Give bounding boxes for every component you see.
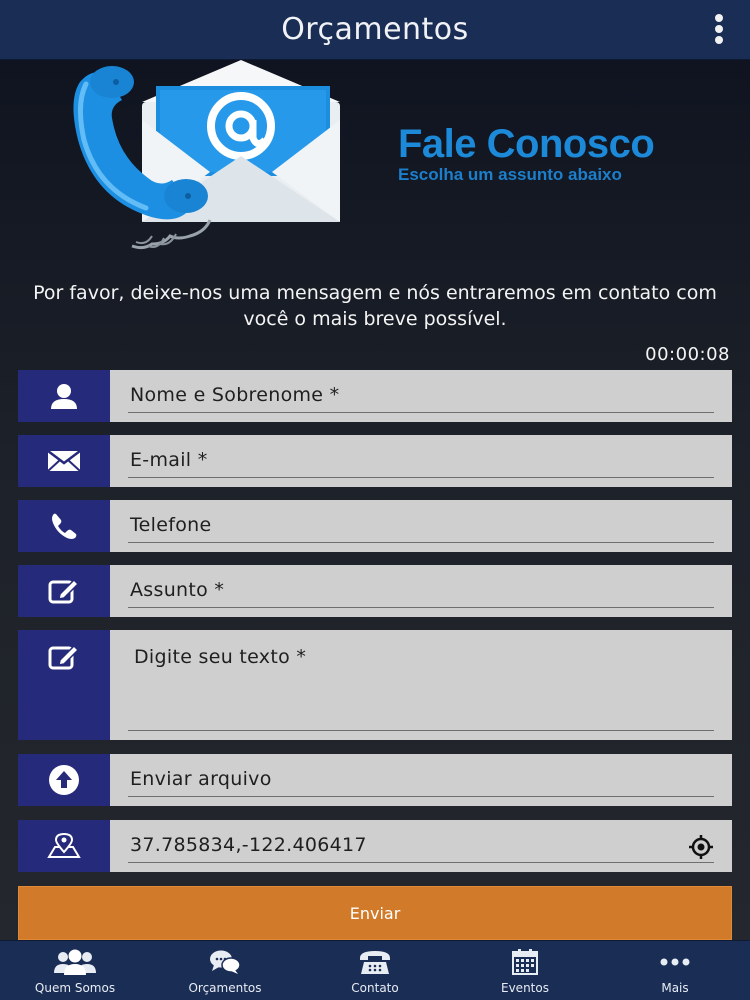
input-underline — [128, 477, 714, 478]
calendar-icon — [511, 947, 539, 977]
crosshair-icon[interactable] — [688, 834, 714, 860]
message-textarea[interactable]: Digite seu texto * — [134, 646, 306, 668]
attachment-field[interactable]: Enviar arquivo — [18, 754, 732, 806]
timer: 00:00:08 — [645, 344, 730, 365]
input-underline — [128, 796, 714, 797]
input-underline — [128, 607, 714, 608]
input-underline — [128, 730, 714, 731]
subject-field[interactable]: Assunto * — [18, 565, 732, 617]
email-field[interactable]: E-mail * — [18, 435, 732, 487]
bottom-tab-bar: Quem Somos Orçamentos Contato Eventos Ma… — [0, 940, 750, 1000]
location-field[interactable]: 37.785834,-122.406417 — [18, 820, 732, 872]
tab-orcamentos[interactable]: Orçamentos — [150, 941, 300, 1000]
edit-icon — [18, 630, 120, 740]
email-input[interactable]: E-mail * — [130, 449, 208, 471]
subject-input[interactable]: Assunto * — [130, 579, 224, 601]
tab-label: Orçamentos — [188, 981, 262, 995]
phone-input[interactable]: Telefone — [130, 514, 211, 536]
tab-eventos[interactable]: Eventos — [450, 941, 600, 1000]
edit-icon — [18, 565, 120, 617]
tab-quem-somos[interactable]: Quem Somos — [0, 941, 150, 1000]
map-pin-icon — [18, 820, 120, 872]
page-title: Orçamentos — [281, 12, 469, 47]
phone-icon — [18, 500, 120, 552]
upload-icon — [18, 754, 120, 806]
banner-subtitle: Escolha um assunto abaixo — [398, 165, 622, 184]
upload-file-button[interactable]: Enviar arquivo — [130, 768, 272, 790]
banner-title: Fale Conosco — [398, 122, 655, 166]
users-icon — [53, 947, 97, 977]
input-underline — [128, 862, 714, 863]
user-icon — [18, 370, 120, 422]
app-header: Orçamentos — [0, 0, 750, 60]
name-field[interactable]: Nome e Sobrenome * — [18, 370, 732, 422]
phone-field[interactable]: Telefone — [18, 500, 732, 552]
tab-contato[interactable]: Contato — [300, 941, 450, 1000]
input-underline — [128, 542, 714, 543]
more-horizontal-icon — [659, 947, 691, 977]
envelope-icon — [18, 435, 120, 487]
submit-button[interactable]: Enviar — [18, 886, 732, 940]
tab-label: Mais — [661, 981, 689, 995]
input-underline — [128, 412, 714, 413]
telephone-icon — [358, 947, 392, 977]
name-input[interactable]: Nome e Sobrenome * — [130, 384, 339, 406]
more-vertical-icon[interactable] — [714, 14, 724, 44]
tab-label: Eventos — [501, 981, 549, 995]
contact-banner: Fale Conosco Escolha um assunto abaixo — [398, 124, 718, 186]
intro-text: Por favor, deixe-nos uma mensagem e nós … — [33, 282, 717, 330]
contact-illustration — [60, 60, 360, 260]
chat-icon — [209, 947, 241, 977]
message-field[interactable]: Digite seu texto * — [18, 630, 732, 740]
location-input[interactable]: 37.785834,-122.406417 — [130, 834, 367, 856]
tab-label: Quem Somos — [34, 981, 116, 995]
tab-label: Contato — [351, 981, 399, 995]
tab-mais[interactable]: Mais — [600, 941, 750, 1000]
